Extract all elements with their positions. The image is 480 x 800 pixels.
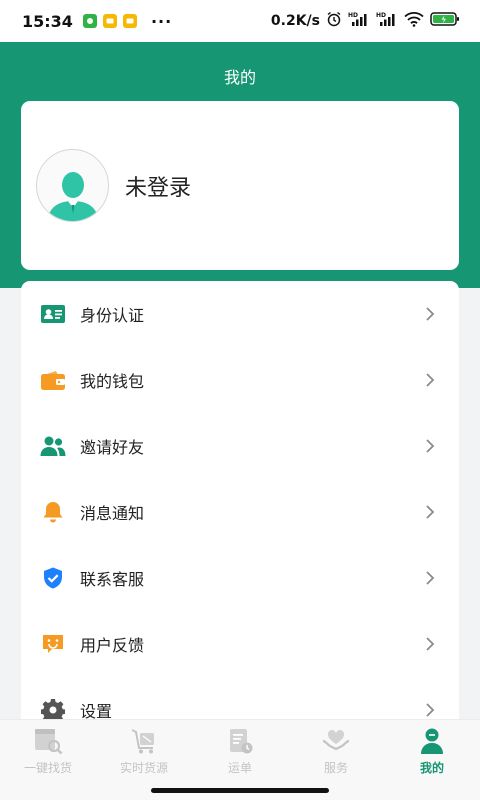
wifi-icon bbox=[404, 11, 424, 31]
tab-services[interactable]: 服务 bbox=[288, 720, 384, 782]
menu-item-customer-service[interactable]: 联系客服 bbox=[21, 545, 459, 611]
menu-label: 用户反馈 bbox=[80, 636, 145, 655]
menu-item-notifications[interactable]: 消息通知 bbox=[21, 479, 459, 545]
cart-icon bbox=[129, 726, 159, 756]
signal-icon: HD bbox=[348, 11, 370, 31]
system-indicators: 0.2K/s HD HD bbox=[271, 11, 460, 31]
waybill-icon bbox=[225, 726, 255, 756]
alarm-icon bbox=[326, 11, 342, 31]
avatar[interactable] bbox=[36, 149, 109, 222]
profile-card[interactable]: 未登录 bbox=[21, 101, 459, 270]
chevron-right-icon bbox=[423, 373, 437, 387]
wallet-icon bbox=[40, 367, 66, 393]
tab-label: 我的 bbox=[419, 761, 444, 775]
search-box-icon bbox=[33, 726, 63, 756]
svg-text:HD: HD bbox=[376, 12, 386, 19]
tab-waybill[interactable]: 运单 bbox=[192, 720, 288, 782]
menu-item-invite[interactable]: 邀请好友 bbox=[21, 413, 459, 479]
bell-icon bbox=[40, 499, 66, 525]
default-avatar-icon bbox=[47, 172, 98, 221]
menu-label: 消息通知 bbox=[80, 504, 145, 523]
tab-realtime-supply[interactable]: 实时货源 bbox=[96, 720, 192, 782]
users-icon bbox=[40, 433, 66, 459]
chevron-right-icon bbox=[423, 439, 437, 453]
notification-icons bbox=[82, 14, 137, 28]
id-card-icon bbox=[40, 301, 66, 327]
tab-label: 实时货源 bbox=[119, 761, 168, 775]
message-notification-icon bbox=[102, 14, 117, 28]
chevron-right-icon bbox=[423, 307, 437, 321]
tab-label: 服务 bbox=[323, 761, 348, 775]
tab-mine[interactable]: 我的 bbox=[384, 720, 480, 782]
status-time: 15:34 bbox=[22, 11, 73, 31]
battery-icon bbox=[430, 11, 460, 31]
menu-item-wallet[interactable]: 我的钱包 bbox=[21, 347, 459, 413]
network-speed: 0.2K/s bbox=[270, 13, 320, 29]
more-notifications: ··· bbox=[150, 11, 173, 31]
app-notification-icon bbox=[82, 14, 97, 28]
menu-item-feedback[interactable]: 用户反馈 bbox=[21, 611, 459, 677]
tab-label: 运单 bbox=[227, 761, 252, 775]
feedback-icon bbox=[40, 631, 66, 657]
signal-icon: HD bbox=[376, 11, 398, 31]
menu-label: 联系客服 bbox=[80, 570, 145, 589]
menu-label: 身份认证 bbox=[80, 306, 145, 325]
svg-text:HD: HD bbox=[348, 12, 358, 19]
chevron-right-icon bbox=[423, 571, 437, 585]
heart-hand-icon bbox=[321, 726, 351, 756]
shield-check-icon bbox=[40, 565, 66, 591]
login-status[interactable]: 未登录 bbox=[125, 170, 191, 202]
menu-list: 身份认证 我的钱包 邀请好友 消息通知 联系客服 用户反馈 设置 bbox=[21, 281, 459, 741]
message-notification-icon bbox=[122, 14, 137, 28]
menu-item-identity[interactable]: 身份认证 bbox=[21, 281, 459, 347]
page-title: 我的 bbox=[223, 68, 256, 87]
bottom-tab-bar: 一键找货 实时货源 运单 服务 我的 bbox=[0, 719, 480, 800]
home-indicator[interactable] bbox=[151, 788, 329, 793]
status-bar: 15:34 ··· 0.2K/s HD HD bbox=[0, 0, 480, 42]
tab-label: 一键找货 bbox=[23, 761, 72, 775]
chevron-right-icon bbox=[423, 505, 437, 519]
person-icon bbox=[417, 726, 447, 756]
tab-find-goods[interactable]: 一键找货 bbox=[0, 720, 96, 782]
menu-label: 我的钱包 bbox=[80, 372, 145, 391]
chevron-right-icon bbox=[423, 703, 437, 717]
menu-label: 邀请好友 bbox=[80, 438, 145, 457]
chevron-right-icon bbox=[423, 637, 437, 651]
